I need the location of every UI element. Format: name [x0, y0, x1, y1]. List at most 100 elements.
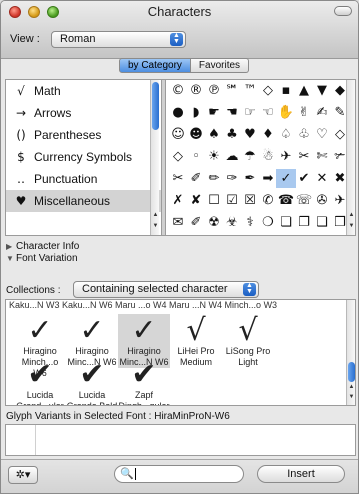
- glyph-cell[interactable]: ❍: [258, 213, 278, 232]
- font-variant-cell[interactable]: ✔ Lucida Grand...ular: [14, 358, 66, 406]
- insert-button[interactable]: Insert: [257, 465, 345, 483]
- category-item-parentheses[interactable]: () Parentheses: [6, 124, 161, 146]
- glyph-cell[interactable]: ☣: [222, 213, 242, 232]
- glyph-cell[interactable]: ☢: [204, 213, 224, 232]
- glyph-cell[interactable]: ➡: [258, 169, 278, 188]
- scroll-up-arrow-icon[interactable]: ▲: [151, 212, 160, 218]
- glyph-cell[interactable]: ☞: [240, 103, 260, 122]
- glyph-cell[interactable]: ✒: [240, 169, 260, 188]
- glyph-cell[interactable]: ☏: [294, 191, 314, 210]
- glyph-cell[interactable]: ◇: [258, 81, 278, 100]
- glyph-cell[interactable]: ✂: [168, 169, 188, 188]
- category-item-arrows[interactable]: → Arrows: [6, 102, 161, 124]
- glyph-cell[interactable]: ▪: [276, 81, 296, 100]
- glyph-variants-box[interactable]: [5, 424, 356, 456]
- pane-splitter[interactable]: [161, 80, 166, 235]
- font-variant-cell[interactable]: √ LiHei Pro Medium: [170, 314, 222, 368]
- glyph-cell[interactable]: ☐: [204, 191, 224, 210]
- glyph-cell[interactable]: ✑: [222, 169, 242, 188]
- category-item-math[interactable]: √ Math: [6, 80, 161, 102]
- glyph-cell[interactable]: ✔: [294, 169, 314, 188]
- glyph-cell[interactable]: ◗: [186, 103, 206, 122]
- glyph-cell[interactable]: ☂: [240, 147, 260, 166]
- glyph-cell[interactable]: ✄: [312, 147, 332, 166]
- glyph-cell[interactable]: ⚕: [240, 213, 260, 232]
- character-info-toggle[interactable]: ▶ Character Info: [6, 241, 79, 252]
- font-list-scrollbar[interactable]: ▲ ▼: [346, 300, 355, 405]
- search-field[interactable]: 🔍: [114, 465, 244, 483]
- glyph-cell[interactable]: ®: [186, 81, 206, 100]
- glyph-cell[interactable]: ✏: [204, 169, 224, 188]
- glyph-cell[interactable]: ✍: [312, 103, 332, 122]
- category-item-currency[interactable]: $ Currency Symbols: [6, 146, 161, 168]
- glyph-cell[interactable]: ♡: [312, 125, 332, 144]
- glyph-cell[interactable]: ☻: [186, 125, 206, 144]
- glyph-cell[interactable]: ✐: [186, 169, 206, 188]
- glyph-cell[interactable]: ✓: [276, 169, 296, 188]
- glyph-cell[interactable]: ™: [240, 81, 260, 100]
- glyph-cell[interactable]: ✈: [276, 147, 296, 166]
- glyph-cell[interactable]: ℗: [204, 81, 224, 100]
- glyph-cell[interactable]: ✗: [168, 191, 188, 210]
- category-list[interactable]: √ Math → Arrows () Parentheses $ Currency Sy…: [6, 80, 161, 235]
- glyph-cell[interactable]: ☎: [276, 191, 296, 210]
- glyph-cell[interactable]: ©: [168, 81, 188, 100]
- font-variation-toggle[interactable]: ▼ Font Variation: [6, 253, 78, 264]
- scroll-down-arrow-icon[interactable]: ▼: [347, 394, 355, 400]
- glyph-cell[interactable]: ☑: [222, 191, 242, 210]
- font-variant-cell[interactable]: ✔ Lucida Grande Bold: [66, 358, 118, 406]
- glyph-cell[interactable]: ✕: [312, 169, 332, 188]
- glyph-cell[interactable]: ℠: [222, 81, 242, 100]
- glyph-cell[interactable]: ☒: [240, 191, 260, 210]
- glyph-cell[interactable]: ❏: [276, 213, 296, 232]
- glyph-variant-cell[interactable]: [6, 425, 36, 455]
- tab-by-category[interactable]: by Category: [119, 58, 191, 73]
- glyph-cell[interactable]: ✂: [294, 147, 314, 166]
- glyph-cell[interactable]: ✐: [186, 213, 206, 232]
- scroll-down-arrow-icon[interactable]: ▼: [347, 223, 356, 229]
- glyph-cell[interactable]: ✇: [312, 191, 332, 210]
- category-item-miscellaneous[interactable]: ♥ Miscellaneous: [6, 190, 161, 212]
- glyph-cell[interactable]: ✘: [186, 191, 206, 210]
- glyph-cell[interactable]: ☜: [258, 103, 278, 122]
- font-variant-cell[interactable]: √ LiSong Pro Light: [222, 314, 274, 368]
- glyph-cell[interactable]: ▼: [312, 81, 332, 100]
- glyph-cell[interactable]: ☛: [204, 103, 224, 122]
- glyph-cell[interactable]: ✉: [168, 213, 188, 232]
- glyph-scrollbar[interactable]: ▲ ▼: [346, 80, 355, 235]
- glyph-cell[interactable]: ◦: [186, 147, 206, 166]
- glyph-cell[interactable]: ❐: [294, 213, 314, 232]
- glyph-cell[interactable]: ♤: [276, 125, 296, 144]
- glyph-cell[interactable]: ✆: [258, 191, 278, 210]
- gear-action-button[interactable]: ✲▾: [8, 466, 38, 484]
- glyph-cell[interactable]: ♥: [240, 125, 260, 144]
- tab-favorites[interactable]: Favorites: [190, 58, 250, 73]
- glyph-cell[interactable]: ●: [168, 103, 188, 122]
- scroll-down-arrow-icon[interactable]: ▼: [151, 223, 160, 229]
- glyph-grid[interactable]: © ® ℗ ℠ ™ ◇ ▪ ▲ ▼ ◆ ● ◗ ☛ ☚ ☞ ☜ ✋ ✌ ✍ ✎ ☺ ☻ ♠ ♣ ♥ ♦ ♤ ♧ ♡ ◇ ◇ ◦ ☀ ☁ ☂ ☃ ✈ ✂ ✄ ✃…: [168, 80, 348, 235]
- scroll-up-arrow-icon[interactable]: ▲: [347, 384, 355, 390]
- toolbar-toggle-button[interactable]: [334, 6, 352, 16]
- scroll-thumb[interactable]: [348, 362, 355, 382]
- glyph-cell[interactable]: ❑: [312, 213, 332, 232]
- glyph-cell[interactable]: ▲: [294, 81, 314, 100]
- glyph-cell[interactable]: ☀: [204, 147, 224, 166]
- view-popup[interactable]: Roman ▲ ▼: [51, 31, 186, 48]
- glyph-cell[interactable]: ☺: [168, 125, 188, 144]
- glyph-cell[interactable]: ♦: [258, 125, 278, 144]
- scroll-up-arrow-icon[interactable]: ▲: [347, 212, 356, 218]
- collections-popup[interactable]: Containing selected character ▲ ▼: [73, 281, 259, 298]
- glyph-cell[interactable]: ☁: [222, 147, 242, 166]
- glyph-cell[interactable]: ☚: [222, 103, 242, 122]
- glyph-cell[interactable]: ◇: [168, 147, 188, 166]
- glyph-cell[interactable]: ☃: [258, 147, 278, 166]
- font-variant-cell[interactable]: ✔ Zapf Dingb...gular: [118, 358, 170, 406]
- scroll-thumb[interactable]: [152, 82, 159, 130]
- glyph-cell[interactable]: ✋: [276, 103, 296, 122]
- glyph-cell[interactable]: ♠: [204, 125, 224, 144]
- glyph-cell[interactable]: ♣: [222, 125, 242, 144]
- category-scrollbar[interactable]: ▲ ▼: [150, 80, 159, 235]
- category-item-punctuation[interactable]: ‥ Punctuation: [6, 168, 161, 190]
- glyph-cell[interactable]: ♧: [294, 125, 314, 144]
- glyph-cell[interactable]: ✌: [294, 103, 314, 122]
